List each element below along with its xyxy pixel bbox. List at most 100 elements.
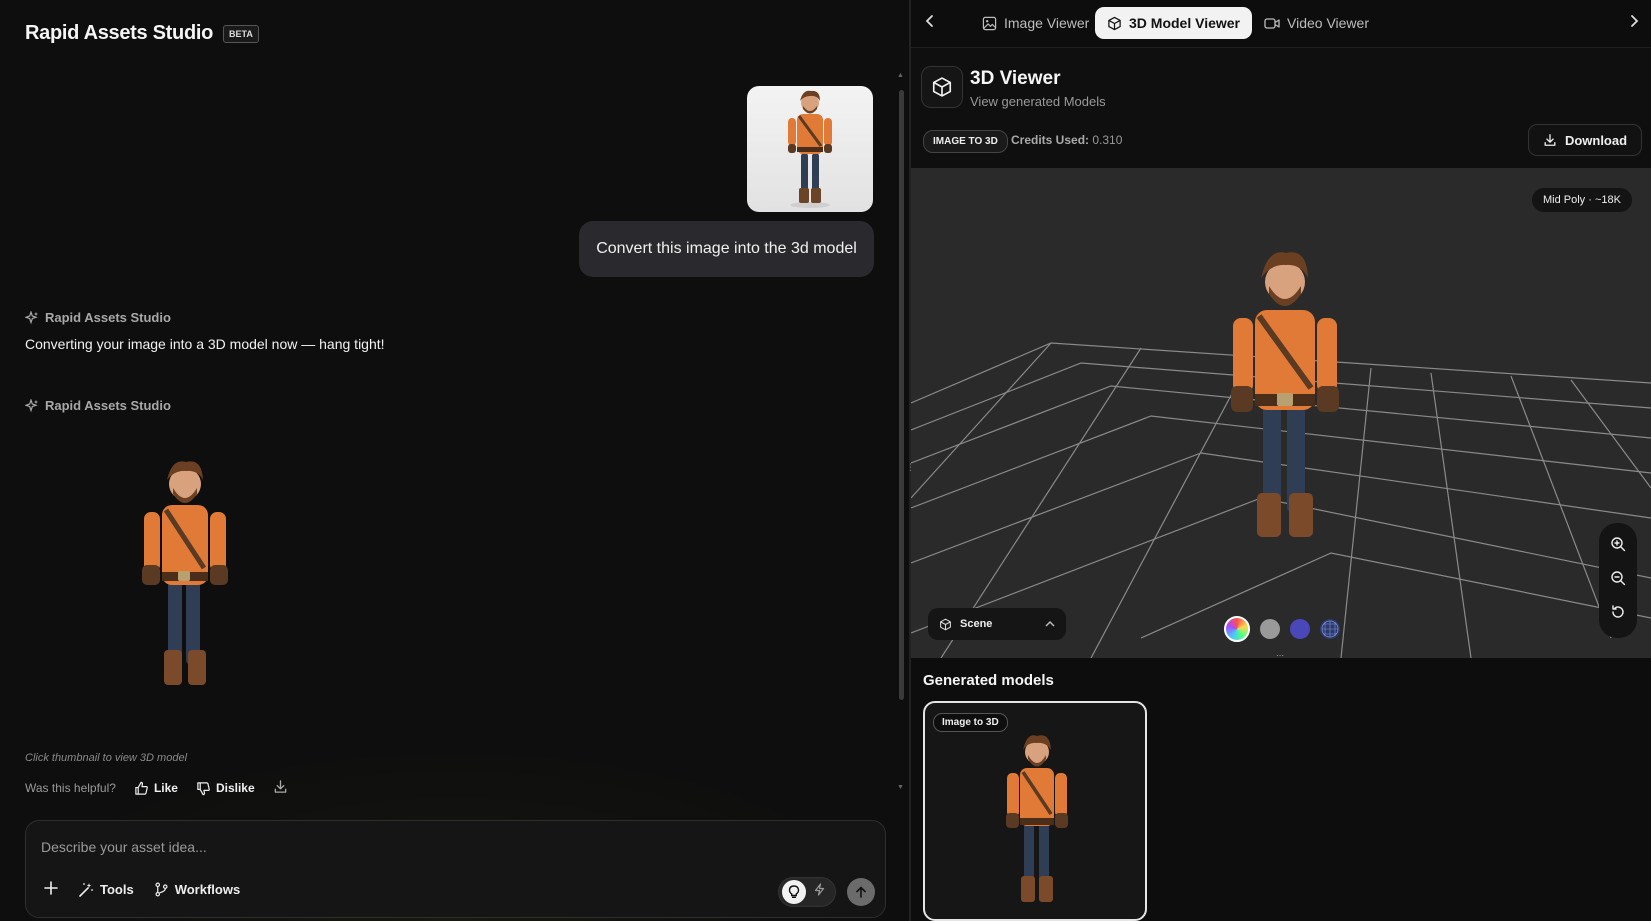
- material-swatches: [1224, 616, 1340, 642]
- branch-icon: [155, 882, 168, 897]
- brand-header: Rapid Assets Studio BETA: [25, 22, 259, 45]
- zoom-in-button[interactable]: [1610, 536, 1626, 557]
- generated-models-heading: Generated models: [923, 672, 1054, 689]
- blue-swatch[interactable]: [1290, 619, 1310, 639]
- viewer-panel: Image Viewer 3D Model Viewer Video Viewe…: [911, 0, 1651, 921]
- plus-icon: [44, 881, 58, 895]
- character-3d-render: [142, 461, 228, 685]
- panel-resize-grip[interactable]: ⋯: [1276, 651, 1284, 658]
- reset-view-button[interactable]: [1610, 604, 1626, 625]
- chat-scrollbar[interactable]: [899, 90, 904, 700]
- character-image: [788, 90, 832, 208]
- fast-mode-option[interactable]: [814, 883, 825, 901]
- feedback-row: Was this helpful? Like Dislike: [25, 779, 288, 797]
- tab-label: Image Viewer: [1004, 15, 1090, 31]
- generated-model-card[interactable]: Image to 3D: [923, 701, 1147, 921]
- bot-message-text: Converting your image into a 3D model no…: [25, 336, 385, 352]
- character-model: [1231, 252, 1339, 537]
- scroll-up-arrow[interactable]: ▲: [897, 72, 904, 79]
- chat-panel: Rapid Assets Studio BETA ▲ ▼ Convert thi…: [0, 0, 909, 921]
- tab-3d-model-viewer[interactable]: 3D Model Viewer: [1095, 7, 1253, 39]
- 3d-viewport[interactable]: Mid Poly · ~18K Scene ⋯: [911, 168, 1651, 658]
- image-icon: [982, 16, 997, 30]
- download-icon: [1544, 134, 1556, 146]
- chevron-right-icon: [1631, 15, 1639, 27]
- chevron-left-icon: [925, 15, 933, 27]
- download-label: Download: [1564, 132, 1628, 148]
- thumbs-down-icon: [197, 781, 210, 795]
- sparkle-icon: [25, 310, 38, 324]
- reset-icon: [1612, 605, 1624, 618]
- workflows-button[interactable]: Workflows: [154, 882, 241, 897]
- tools-button[interactable]: Tools: [78, 882, 134, 898]
- bot-sender-label: Rapid Assets Studio: [25, 310, 171, 325]
- tabs-next-button[interactable]: [1629, 14, 1639, 33]
- tabs-prev-button[interactable]: [925, 14, 935, 33]
- bot-sender-name: Rapid Assets Studio: [45, 398, 171, 413]
- tab-video-viewer[interactable]: Video Viewer: [1252, 7, 1381, 39]
- rainbow-swatch[interactable]: [1224, 616, 1250, 642]
- user-message-text: Convert this image into the 3d model: [596, 240, 857, 257]
- like-label: Like: [153, 781, 178, 795]
- credits-label: Credits Used:: [1011, 133, 1090, 147]
- app-title: Rapid Assets Studio: [25, 22, 214, 44]
- viewport-controls: [1599, 523, 1637, 638]
- mode-badge: IMAGE TO 3D: [923, 130, 1008, 153]
- mode-toggle[interactable]: [778, 877, 836, 907]
- model-result-thumbnail[interactable]: [120, 450, 250, 710]
- feedback-question: Was this helpful?: [25, 781, 116, 795]
- scene-label: Scene: [960, 618, 993, 630]
- viewer-title: 3D Viewer: [970, 68, 1061, 89]
- send-button[interactable]: [847, 878, 875, 906]
- credits-value: 0.310: [1092, 133, 1123, 147]
- tab-label: Video Viewer: [1287, 15, 1369, 31]
- user-message-bubble: Convert this image into the 3d model: [579, 221, 874, 277]
- zoom-out-button[interactable]: [1610, 570, 1626, 591]
- download-icon: [274, 780, 286, 793]
- download-button[interactable]: Download: [1528, 124, 1642, 156]
- dislike-label: Dislike: [215, 781, 255, 795]
- cube-icon: [932, 77, 952, 97]
- poly-count-badge: Mid Poly · ~18K: [1532, 188, 1632, 212]
- scene-dropdown[interactable]: Scene: [928, 608, 1066, 640]
- cube-icon: [1108, 16, 1121, 30]
- zoom-out-icon: [1611, 571, 1626, 586]
- view-hint: Click thumbnail to view 3D model: [25, 752, 188, 764]
- viewer-header: 3D Viewer View generated Models IMAGE TO…: [911, 48, 1651, 168]
- dislike-button[interactable]: Dislike: [196, 781, 255, 796]
- composer-toolbar: Tools Workflows: [44, 881, 240, 898]
- prompt-composer: Tools Workflows: [25, 820, 886, 918]
- viewer-subtitle: View generated Models: [970, 94, 1106, 109]
- magic-wand-icon: [79, 882, 93, 897]
- uploaded-image-thumbnail[interactable]: [747, 86, 873, 212]
- credits-used: Credits Used: 0.310: [1011, 133, 1122, 147]
- video-icon: [1264, 17, 1280, 29]
- gray-swatch[interactable]: [1260, 619, 1280, 639]
- viewer-tabs: Image Viewer 3D Model Viewer Video Viewe…: [911, 0, 1651, 48]
- zoom-in-icon: [1611, 536, 1626, 551]
- viewer-logo: [921, 66, 963, 108]
- like-button[interactable]: Like: [134, 781, 178, 796]
- bot-sender-label: Rapid Assets Studio: [25, 398, 171, 413]
- idea-mode-option[interactable]: [782, 880, 806, 904]
- app-root: Rapid Assets Studio BETA ▲ ▼ Convert thi…: [0, 0, 1651, 921]
- bot-sender-name: Rapid Assets Studio: [45, 310, 171, 325]
- generated-model-preview: [1006, 735, 1068, 902]
- chevron-up-icon: [1045, 619, 1055, 630]
- arrow-up-icon: [856, 886, 866, 898]
- tab-image-viewer[interactable]: Image Viewer: [970, 7, 1101, 39]
- thumbs-up-icon: [135, 781, 148, 795]
- scroll-down-arrow[interactable]: ▼: [897, 784, 904, 791]
- sparkle-icon: [25, 398, 38, 412]
- lightbulb-icon: [788, 885, 800, 898]
- wireframe-swatch[interactable]: [1320, 619, 1340, 639]
- lightning-icon: [814, 883, 825, 896]
- download-result-button[interactable]: [273, 779, 288, 797]
- add-attachment-button[interactable]: [44, 881, 58, 898]
- beta-badge: BETA: [223, 24, 259, 43]
- cube-icon: [940, 618, 951, 630]
- tools-label: Tools: [100, 882, 134, 897]
- workflows-label: Workflows: [174, 882, 241, 897]
- prompt-input[interactable]: [41, 839, 741, 855]
- tab-label: 3D Model Viewer: [1129, 15, 1241, 31]
